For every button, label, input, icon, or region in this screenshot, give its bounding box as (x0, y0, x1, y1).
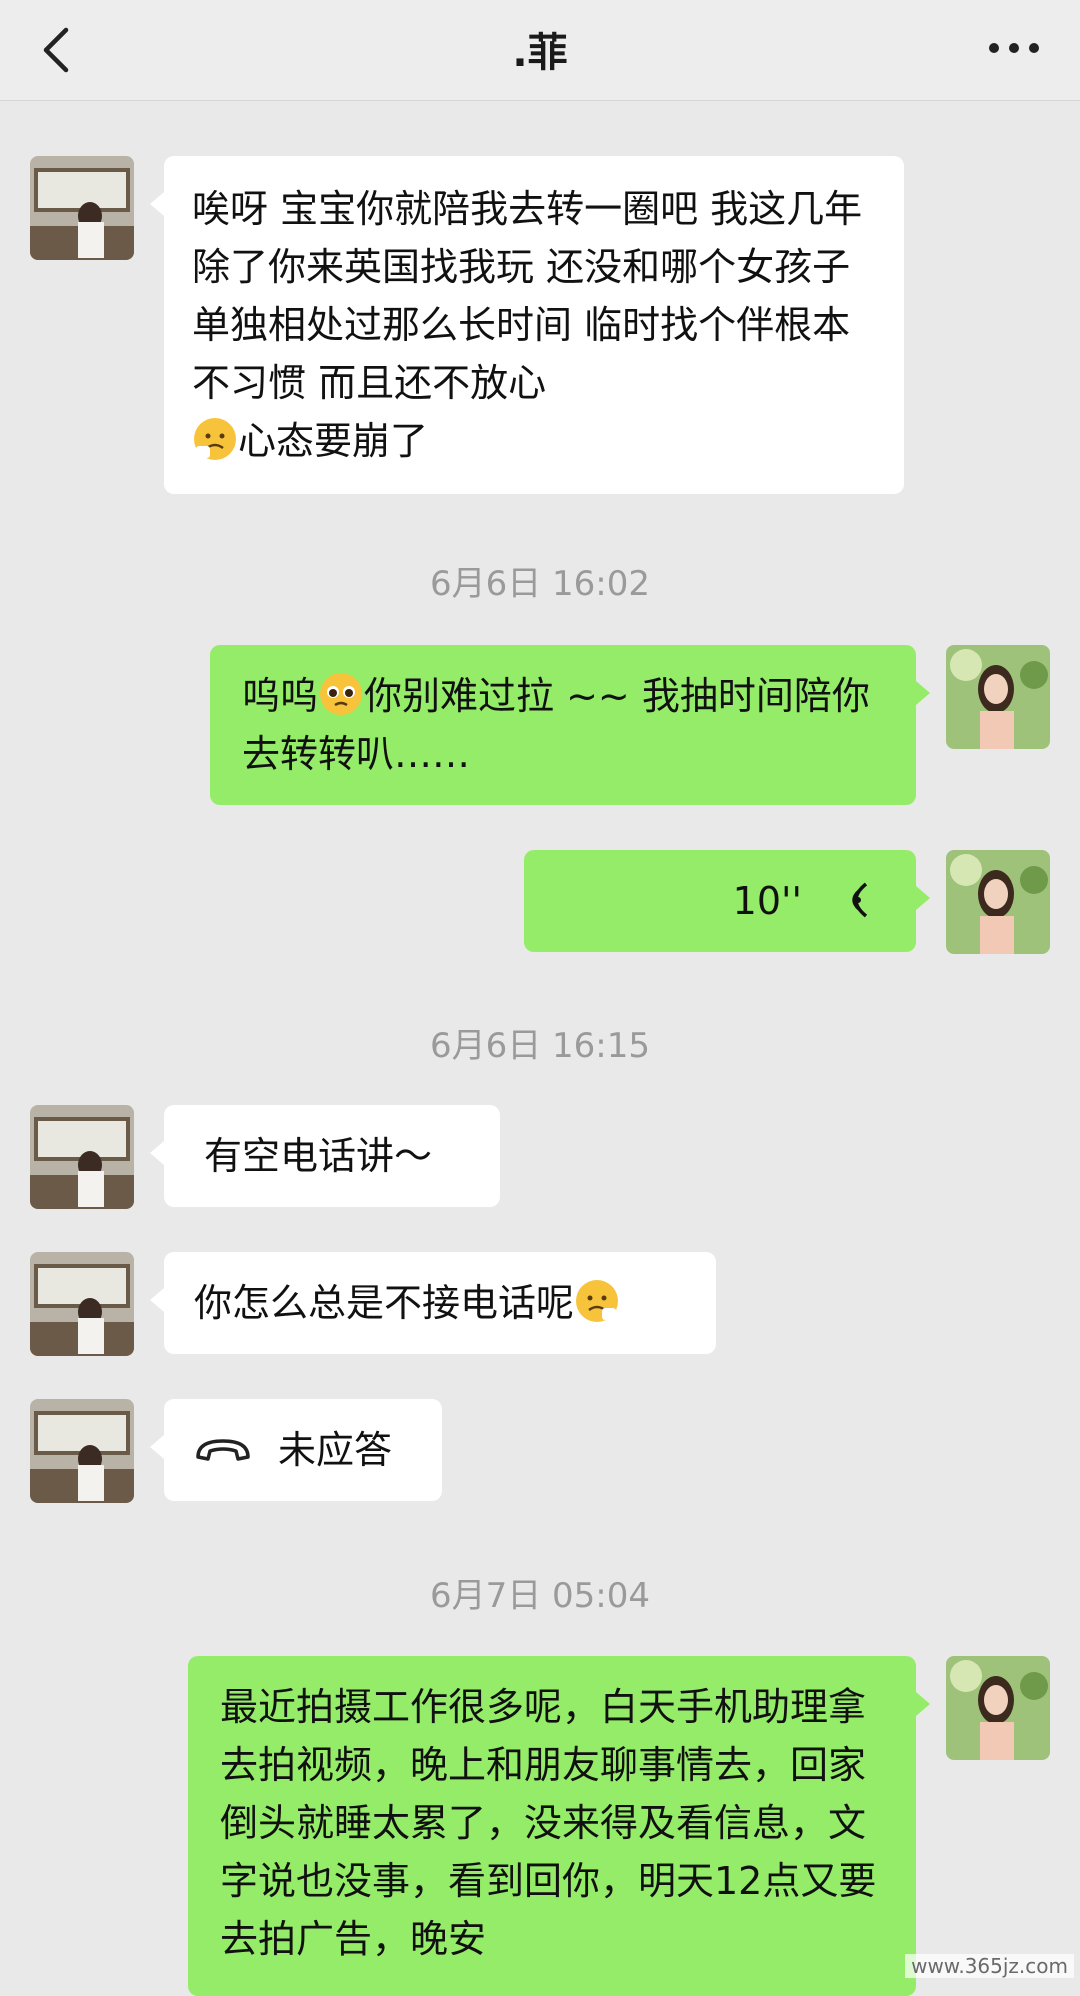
timestamp: 6月7日 05:04 (429, 1576, 651, 1616)
message-text: 呜呜 (242, 674, 319, 718)
contact-avatar[interactable] (30, 1399, 134, 1503)
message-text-tail: 心态要崩了 (238, 419, 429, 463)
timestamp: 6月6日 16:02 (429, 564, 651, 604)
phone-hangup-icon (196, 1439, 250, 1461)
incoming-message[interactable]: 有空电话讲～ (150, 1105, 500, 1207)
my-avatar[interactable] (946, 645, 1050, 749)
incoming-message[interactable]: 你怎么总是不接电话呢 (150, 1252, 716, 1354)
outgoing-message[interactable]: 呜呜 你别难过拉 ~~ 我抽时间陪你去转转叭…… (210, 645, 930, 805)
pleading-face-icon (320, 673, 363, 715)
voice-duration: 10'' (732, 879, 802, 923)
voice-wave-icon (852, 882, 868, 918)
sad-face-icon (576, 1280, 619, 1322)
more-dots-icon[interactable] (982, 26, 1046, 70)
contact-avatar[interactable] (30, 1252, 134, 1356)
sad-face-icon (194, 418, 236, 460)
call-status: 未应答 (278, 1428, 393, 1472)
contact-avatar[interactable] (30, 1105, 134, 1209)
incoming-message[interactable]: 唉呀 宝宝你就陪我去转一圈吧 我这几年除了你来英国找我玩 还没和哪个女孩子单独相… (150, 156, 904, 494)
message-text: 最近拍摄工作很多呢，白天手机助理拿去拍视频，晚上和朋友聊事情去，回家倒头就睡太累… (220, 1685, 877, 1961)
voice-message[interactable]: 10'' (524, 850, 930, 952)
watermark: www.365jz.com (905, 1954, 1074, 1978)
missed-call-message[interactable]: 未应答 (150, 1399, 442, 1501)
contact-avatar[interactable] (30, 156, 134, 260)
message-text: 你怎么总是不接电话呢 (194, 1281, 575, 1325)
timestamp: 6月6日 16:15 (429, 1026, 651, 1066)
my-avatar[interactable] (946, 850, 1050, 954)
my-avatar[interactable] (946, 1656, 1050, 1760)
chat-header: .菲 (0, 0, 1080, 101)
chat-title: .菲 (512, 30, 568, 76)
message-text: 唉呀 宝宝你就陪我去转一圈吧 我这几年除了你来英国找我玩 还没和哪个女孩子单独相… (192, 187, 863, 405)
outgoing-message[interactable]: 最近拍摄工作很多呢，白天手机助理拿去拍视频，晚上和朋友聊事情去，回家倒头就睡太累… (188, 1656, 930, 1996)
